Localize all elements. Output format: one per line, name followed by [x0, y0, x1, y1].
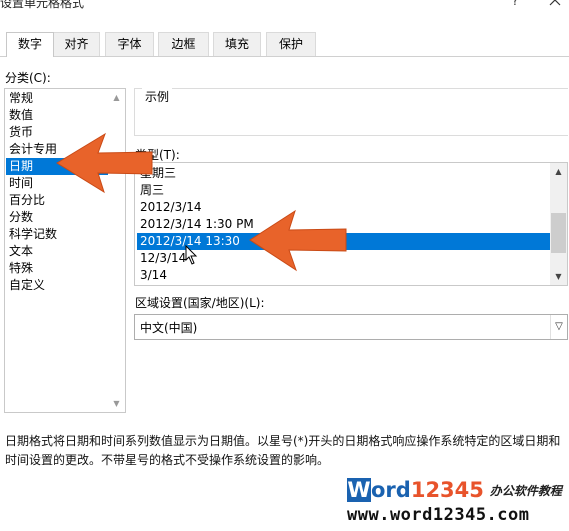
locale-value: 中文(中国) — [140, 321, 198, 335]
category-item-general[interactable]: 常规 — [9, 90, 33, 107]
tab-number[interactable]: 数字 — [6, 32, 54, 57]
tab-alignment[interactable]: 对齐 — [53, 32, 100, 56]
locale-label: 区域设置(国家/地区)(L): — [135, 296, 265, 310]
type-item[interactable]: 12/3/14 — [137, 250, 553, 267]
chevron-down-icon[interactable]: ▽ — [550, 315, 567, 339]
tab-protection[interactable]: 保护 — [266, 32, 316, 56]
category-item-text[interactable]: 文本 — [9, 243, 33, 260]
type-item[interactable]: 2012/3/14 1:30 PM — [137, 216, 553, 233]
watermark-brand-ord: ord — [371, 478, 411, 502]
category-item-percentage[interactable]: 百分比 — [9, 192, 45, 209]
category-list[interactable]: 常规 数值 货币 会计专用 日期 时间 百分比 分数 科学记数 文本 特殊 自定… — [4, 88, 126, 413]
scroll-up-icon[interactable]: ▲ — [108, 89, 125, 106]
tab-border[interactable]: 边框 — [158, 32, 209, 56]
watermark-tagline: 办公软件教程 — [489, 484, 562, 498]
category-item-number[interactable]: 数值 — [9, 107, 33, 124]
category-scrollbar[interactable]: ▲ ▼ — [108, 89, 125, 412]
sample-label: 示例 — [142, 88, 173, 105]
tab-font[interactable]: 字体 — [105, 32, 154, 56]
tab-bar: 数字 对齐 字体 边框 填充 保护 — [0, 32, 569, 57]
close-icon — [549, 0, 561, 6]
watermark-brand-w: W — [347, 478, 371, 502]
type-list[interactable]: 星期三 周三 2012/3/14 2012/3/14 1:30 PM 2012/… — [134, 162, 568, 286]
scroll-up-icon[interactable]: ▲ — [550, 163, 567, 180]
watermark-brand-num: 12345 — [410, 478, 484, 502]
scroll-down-icon[interactable]: ▼ — [550, 268, 567, 285]
dialog-title: 设置单元格格式 — [0, 0, 85, 10]
type-item[interactable]: 3/14 — [137, 267, 553, 284]
type-item[interactable]: 星期三 — [137, 165, 553, 182]
category-item-date[interactable]: 日期 — [6, 158, 110, 175]
watermark-url: www.word12345.com — [347, 505, 530, 525]
type-item[interactable]: 2012/3/14 — [137, 199, 553, 216]
type-label: 类型(T): — [135, 148, 180, 162]
category-item-time[interactable]: 时间 — [9, 175, 33, 192]
tab-divider — [0, 56, 569, 57]
type-item-selected[interactable]: 2012/3/14 13:30 — [137, 233, 553, 250]
scroll-thumb[interactable] — [551, 213, 566, 253]
category-item-scientific[interactable]: 科学记数 — [9, 226, 57, 243]
title-bar: 设置单元格格式 ? — [0, 0, 569, 12]
category-item-custom[interactable]: 自定义 — [9, 277, 45, 294]
scroll-down-icon[interactable]: ▼ — [108, 395, 125, 412]
type-scrollbar[interactable]: ▲ ▼ — [550, 163, 567, 285]
locale-dropdown[interactable]: 中文(中国) ▽ — [134, 314, 568, 340]
category-item-special[interactable]: 特殊 — [9, 260, 33, 277]
type-item[interactable]: 周三 — [137, 182, 553, 199]
category-item-fraction[interactable]: 分数 — [9, 209, 33, 226]
close-button[interactable] — [548, 0, 564, 9]
sample-group — [134, 88, 568, 136]
help-button[interactable]: ? — [512, 0, 518, 8]
category-item-currency[interactable]: 货币 — [9, 124, 33, 141]
category-item-accounting[interactable]: 会计专用 — [9, 141, 57, 158]
format-description: 日期格式将日期和时间系列数值显示为日期值。以星号(*)开头的日期格式响应操作系统… — [5, 434, 561, 467]
tab-fill[interactable]: 填充 — [213, 32, 261, 56]
category-label: 分类(C): — [5, 71, 51, 85]
watermark-logo: Word12345 办公软件教程 www.word12345.com — [347, 478, 569, 531]
